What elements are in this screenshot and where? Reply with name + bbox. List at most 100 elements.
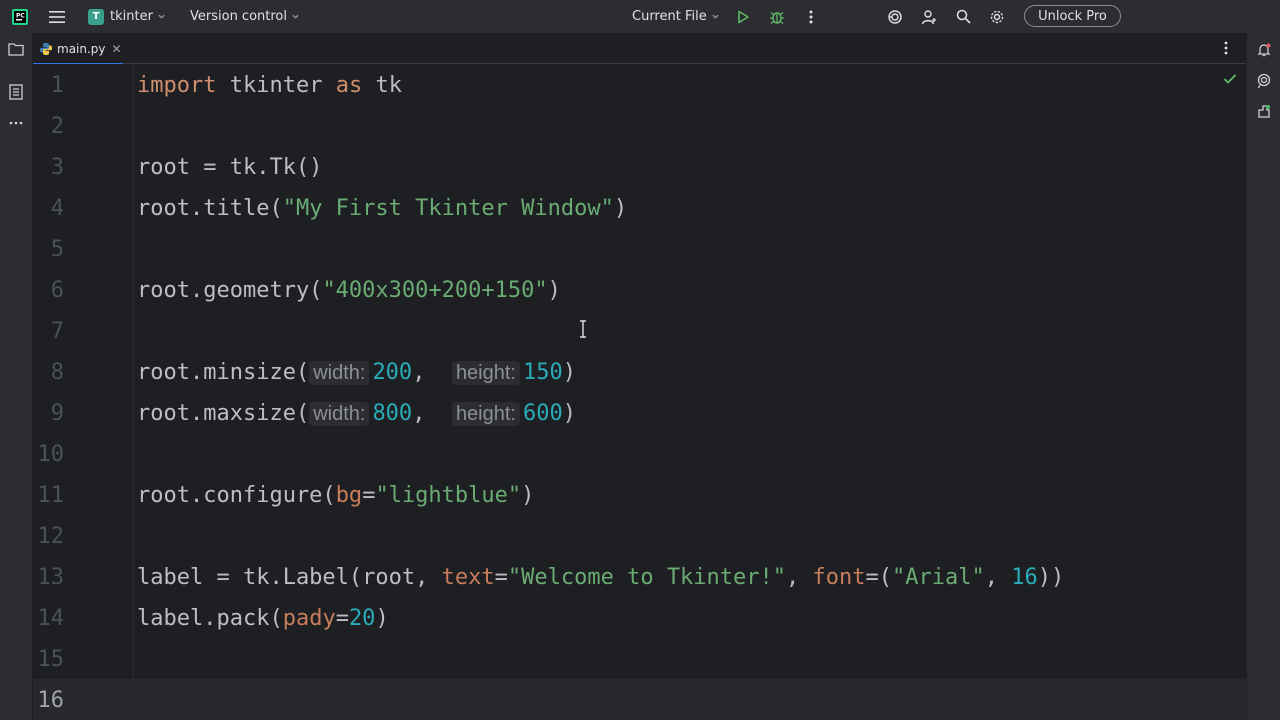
code-line[interactable]: root.maxsize(width: 800, height: 600) (137, 393, 576, 434)
code-token: 150 (523, 360, 563, 385)
code-token: root.configure( (137, 483, 336, 508)
code-token: , (412, 360, 452, 385)
code-token: ) (375, 606, 389, 631)
line-number[interactable]: 14 (33, 598, 65, 639)
code-line[interactable]: root.minsize(width: 200, height: 150) (137, 352, 576, 393)
editor-tab-bar: main.py ✕ (33, 33, 1246, 65)
chevron-down-icon (712, 14, 719, 19)
code-token: = (335, 606, 349, 631)
code-line[interactable]: label.pack(pady=20) (137, 598, 389, 639)
ai-assistant-icon[interactable] (882, 0, 908, 33)
code-line[interactable]: root.title("My First Tkinter Window") (137, 188, 627, 229)
tab-main-py[interactable]: main.py ✕ (33, 33, 123, 65)
parameter-hint: width: (309, 361, 370, 385)
code-line[interactable]: import tkinter as tk (137, 65, 402, 106)
code-token: "400x300+200+150" (322, 278, 548, 303)
ai-chat-icon[interactable] (1254, 71, 1274, 91)
text-cursor-icon (577, 320, 589, 338)
add-user-icon[interactable] (916, 0, 942, 33)
code-token: pady (282, 606, 336, 631)
structure-icon[interactable] (6, 82, 26, 102)
project-badge: T (88, 8, 104, 25)
line-number[interactable]: 8 (33, 352, 64, 393)
code-token: "Arial" (892, 565, 985, 590)
code-token: import (137, 73, 217, 98)
code-token: = (362, 483, 376, 508)
unlock-pro-button[interactable]: Unlock Pro (1024, 5, 1121, 27)
code-token: , (786, 565, 813, 590)
code-line[interactable]: root.configure(bg="lightblue") (137, 475, 534, 516)
current-line-highlight (33, 679, 1246, 720)
code-token: tk (362, 73, 402, 98)
plugins-icon[interactable] (1254, 102, 1274, 122)
code-token: label = tk.Label(root, (137, 565, 442, 590)
code-token: root.maxsize( (137, 401, 310, 426)
code-token: root.title( (137, 196, 283, 221)
line-number[interactable]: 10 (33, 434, 65, 475)
more-horizontal-icon[interactable] (6, 113, 26, 133)
line-number[interactable]: 11 (33, 475, 65, 516)
code-token: 20 (348, 606, 376, 631)
code-editor[interactable]: 1 2 3 4 5 6 7 8 9 10 11 12 13 14 15 16 import tkinter a… (33, 64, 1246, 720)
line-number[interactable]: 13 (33, 557, 65, 598)
code-token: 800 (372, 401, 413, 426)
title-bar: PC T tkinter Version control Current Fil… (0, 0, 1280, 33)
code-token: = (494, 565, 508, 590)
project-name: tkinter (110, 9, 153, 24)
more-vertical-icon[interactable] (798, 0, 824, 33)
line-number[interactable]: 12 (33, 516, 65, 557)
code-token: 16 (1011, 565, 1038, 590)
code-token: text (441, 565, 495, 590)
hamburger-menu-icon[interactable] (44, 0, 70, 33)
code-line[interactable]: label = tk.Label(root, text="Welcome to … (137, 557, 1064, 598)
line-number[interactable]: 3 (33, 147, 64, 188)
code-token: root.minsize( (137, 360, 310, 385)
parameter-hint: height: (451, 402, 520, 426)
code-token: "lightblue" (375, 483, 522, 508)
run-icon[interactable] (730, 0, 756, 33)
vcs-label: Version control (190, 9, 287, 24)
code-token: as (335, 73, 363, 98)
code-token: "Welcome to Tkinter!" (507, 565, 787, 590)
line-number[interactable]: 4 (33, 188, 64, 229)
chevron-down-icon (292, 14, 299, 19)
more-vertical-icon[interactable] (1216, 38, 1236, 58)
check-icon[interactable] (1223, 70, 1237, 89)
code-token: ) (562, 401, 576, 426)
line-number[interactable]: 7 (33, 311, 64, 352)
code-token: ) (613, 196, 628, 221)
code-line[interactable]: root = tk.Tk() (137, 147, 322, 188)
code-token: "My First Tkinter Window" (282, 196, 614, 221)
line-number[interactable]: 2 (33, 106, 64, 147)
line-number[interactable]: 5 (33, 229, 64, 270)
line-number[interactable]: 9 (33, 393, 64, 434)
line-number[interactable]: 15 (33, 639, 65, 680)
folder-icon[interactable] (6, 39, 26, 59)
project-selector[interactable]: T tkinter (88, 0, 165, 33)
gutter-divider (133, 64, 134, 720)
line-number[interactable]: 1 (33, 65, 64, 106)
parameter-hint: width: (309, 402, 370, 426)
code-token: ) (562, 360, 576, 385)
close-icon[interactable]: ✕ (112, 42, 122, 56)
code-token: tkinter (216, 73, 336, 98)
line-number[interactable]: 16 (33, 680, 65, 720)
code-token: , (984, 565, 1012, 590)
code-line[interactable]: root.geometry("400x300+200+150") (137, 270, 561, 311)
code-token: root.geometry( (137, 278, 323, 303)
python-file-icon (39, 42, 53, 56)
settings-gear-icon[interactable] (984, 0, 1010, 33)
code-token: ) (547, 278, 561, 303)
pycharm-logo-icon[interactable]: PC (7, 0, 33, 33)
version-control-menu[interactable]: Version control (190, 0, 299, 33)
code-token: ) (521, 483, 535, 508)
debug-icon[interactable] (764, 0, 790, 33)
notifications-icon[interactable] (1254, 40, 1274, 60)
run-config-selector[interactable]: Current File (632, 0, 719, 33)
code-token: bg (335, 483, 363, 508)
code-token: )) (1037, 565, 1065, 590)
code-token: 200 (372, 360, 413, 385)
search-icon[interactable] (950, 0, 976, 33)
line-number[interactable]: 6 (33, 270, 64, 311)
code-token: root = tk.Tk() (137, 155, 323, 180)
